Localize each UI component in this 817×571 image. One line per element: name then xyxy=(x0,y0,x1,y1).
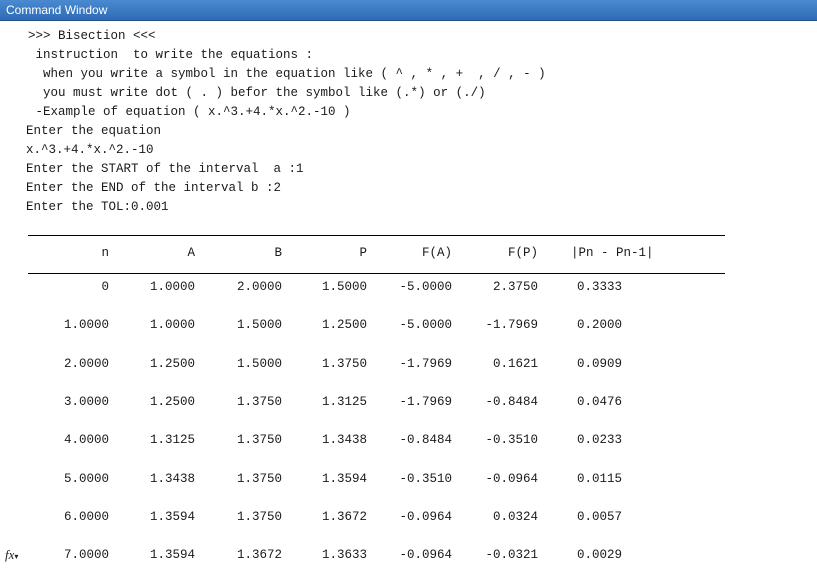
table-cell: 0.0233 xyxy=(576,433,622,448)
output-line: x.^3.+4.*x.^2.-10 xyxy=(26,143,154,157)
table-cell: -5.0000 xyxy=(399,318,452,333)
table-cell: -0.0964 xyxy=(399,509,452,524)
table-cell: -5.0000 xyxy=(399,280,452,294)
table-cell: 5.0000 xyxy=(63,471,109,486)
table-cell: -0.0964 xyxy=(485,471,538,486)
fx-icon[interactable]: fx▾ xyxy=(5,547,18,563)
table-cell: 1.0000 xyxy=(63,318,109,333)
table-cell: 4.0000 xyxy=(63,433,109,448)
output-line: Enter the equation xyxy=(26,124,162,138)
table-cell: 1.3750 xyxy=(236,433,282,448)
table-cell: 0.0909 xyxy=(576,356,622,371)
table-cell: 0 xyxy=(101,280,109,294)
table-header-cell: n xyxy=(101,246,109,260)
table-cell: 1.3750 xyxy=(321,356,367,371)
table-cell: 1.0000 xyxy=(149,318,195,333)
table-cell: 6.0000 xyxy=(63,509,109,524)
table-cell: -0.3510 xyxy=(485,433,538,448)
table-cell: 1.5000 xyxy=(236,356,282,371)
table-header-cell: F(A) xyxy=(421,246,452,260)
table-top-rule xyxy=(28,235,725,236)
table-cell: 0.0476 xyxy=(576,394,622,409)
command-output[interactable]: >>> Bisection <<< instruction to write t… xyxy=(22,21,817,571)
table-cell: 0.3333 xyxy=(576,280,622,294)
table-cell: 2.0000 xyxy=(236,280,282,294)
table-cell: 1.3125 xyxy=(149,433,195,448)
table-header-cell: F(P) xyxy=(507,246,538,260)
table-cell: 7.0000 xyxy=(63,548,109,563)
table-cell: -1.7969 xyxy=(399,356,452,371)
output-line: -Example of equation ( x.^3.+4.*x.^2.-10… xyxy=(28,105,351,119)
table-cell: -1.7969 xyxy=(485,318,538,333)
table-cell: 0.0057 xyxy=(576,509,622,524)
output-line: instruction to write the equations : xyxy=(28,48,314,62)
table-cell: 2.0000 xyxy=(63,356,109,371)
table-header-cell: A xyxy=(187,246,195,260)
table-cell: 1.3594 xyxy=(149,548,195,563)
table-cell: 1.2500 xyxy=(321,318,367,333)
output-line: Enter the TOL:0.001 xyxy=(26,200,169,214)
table-cell: 1.3125 xyxy=(321,394,367,409)
table-cell: 1.3438 xyxy=(149,471,195,486)
output-line: >>> Bisection <<< xyxy=(28,29,156,43)
output-line: Enter the END of the interval b :2 xyxy=(26,181,282,195)
window-title: Command Window xyxy=(6,3,108,17)
table-cell: 1.3672 xyxy=(321,509,367,524)
table-cell: 0.0324 xyxy=(492,509,538,524)
table-header-rule xyxy=(28,273,725,274)
table-cell: 1.3633 xyxy=(321,548,367,563)
table-header-cell: B xyxy=(274,246,282,260)
output-line: Enter the START of the interval a :1 xyxy=(26,162,304,176)
table-header-cell: P xyxy=(359,246,367,260)
prompt-gutter xyxy=(0,21,22,571)
table-cell: 1.3594 xyxy=(149,509,195,524)
table-cell: 0.1621 xyxy=(492,356,538,371)
table-cell: 1.3750 xyxy=(236,394,282,409)
table-cell: 1.3750 xyxy=(236,471,282,486)
table-cell: 0.0115 xyxy=(576,471,622,486)
table-cell: 1.0000 xyxy=(149,280,195,294)
table-cell: -0.0321 xyxy=(485,548,538,563)
table-cell: -0.0964 xyxy=(399,548,452,563)
table-cell: -0.8484 xyxy=(485,394,538,409)
command-window-titlebar[interactable]: Command Window xyxy=(0,0,817,21)
table-cell: 1.3438 xyxy=(321,433,367,448)
table-cell: 1.3672 xyxy=(236,548,282,563)
table-header-cell: |Pn - Pn-1| xyxy=(571,246,654,260)
table-cell: 1.2500 xyxy=(149,394,195,409)
table-cell: 2.3750 xyxy=(492,280,538,294)
table-cell: 1.5000 xyxy=(236,318,282,333)
table-cell: 3.0000 xyxy=(63,394,109,409)
table-cell: 1.2500 xyxy=(149,356,195,371)
table-cell: -0.8484 xyxy=(399,433,452,448)
table-cell: 0.2000 xyxy=(576,318,622,333)
table-cell: 1.5000 xyxy=(321,280,367,294)
table-cell: -0.3510 xyxy=(399,471,452,486)
table-cell: -1.7969 xyxy=(399,394,452,409)
table-cell: 0.0029 xyxy=(576,548,622,563)
table-cell: 1.3594 xyxy=(321,471,367,486)
table-cell: 1.3750 xyxy=(236,509,282,524)
output-line: you must write dot ( . ) befor the symbo… xyxy=(28,86,486,100)
output-line: when you write a symbol in the equation … xyxy=(28,67,546,81)
